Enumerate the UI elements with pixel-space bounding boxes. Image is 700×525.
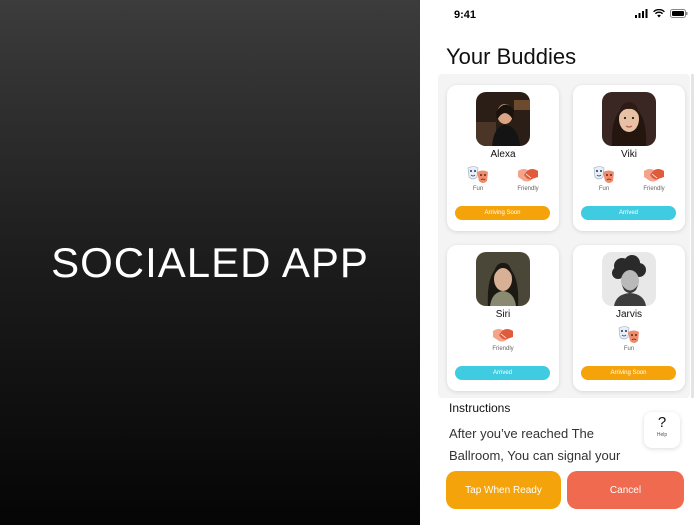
status-badge: Arriving Soon	[581, 366, 676, 380]
trait-friendly: Friendly	[636, 165, 672, 192]
promo-title: SOCIALED APP	[51, 238, 369, 286]
trait-label: Friendly	[643, 186, 665, 192]
instructions-heading: Instructions	[449, 401, 511, 415]
buddy-name: Alexa	[490, 149, 516, 160]
avatar	[602, 92, 656, 146]
trait-list: Fun	[573, 325, 685, 352]
instructions-text: After you’ve reached The Ballroom, You c…	[449, 426, 621, 463]
battery-icon	[670, 9, 688, 18]
trait-list: Fun Friendly	[447, 165, 559, 192]
buddy-card-jarvis[interactable]: Jarvis Fun Arriving Soon	[573, 245, 685, 391]
buddies-grid: Alexa Fun Friendly Arriving Soon Viki Fu…	[438, 74, 690, 398]
trait-label: Fun	[472, 186, 484, 192]
avatar	[476, 92, 530, 146]
handshake-icon	[493, 329, 513, 342]
status-time: 9:41	[454, 9, 477, 21]
status-badge: Arriving Soon	[455, 206, 550, 220]
buddy-name: Siri	[495, 309, 511, 320]
buddy-card-alexa[interactable]: Alexa Fun Friendly Arriving Soon	[447, 85, 559, 231]
help-icon: ?	[657, 414, 667, 431]
handshake-icon	[644, 169, 664, 182]
trait-label: Friendly	[492, 346, 514, 352]
trait-list: Fun Friendly	[573, 165, 685, 192]
buddy-card-viki[interactable]: Viki Fun Friendly Arrived	[573, 85, 685, 231]
status-bar: 9:41	[436, 0, 700, 28]
wifi-icon	[653, 9, 665, 18]
trait-fun: Fun	[586, 165, 622, 192]
avatar	[476, 252, 530, 306]
trait-fun: Fun	[460, 165, 496, 192]
tap-when-ready-button[interactable]: Tap When Ready	[446, 471, 561, 509]
masks-icon	[593, 166, 614, 183]
trait-fun: Fun	[611, 325, 647, 352]
buddy-card-siri[interactable]: Siri Friendly Arrived	[447, 245, 559, 391]
avatar	[602, 252, 656, 306]
signal-icon	[635, 9, 648, 18]
trait-label: Fun	[598, 186, 610, 192]
trait-friendly: Friendly	[485, 325, 521, 352]
help-button[interactable]: ? Help	[644, 412, 680, 448]
trait-label: Friendly	[517, 186, 539, 192]
status-icons	[635, 9, 688, 18]
trait-friendly: Friendly	[510, 165, 546, 192]
trait-label: Fun	[623, 346, 635, 352]
promo-panel: SOCIALED APP	[0, 0, 420, 525]
trait-list: Friendly	[447, 325, 559, 352]
masks-icon	[467, 166, 488, 183]
phone-screen: 9:41 Your Buddies Alexa Fun Friendly Arr…	[436, 0, 700, 525]
status-badge: Arrived	[581, 206, 676, 220]
buddy-name: Viki	[621, 149, 637, 160]
screen: SOCIALED APP 9:41 Your Buddies Alexa Fun…	[0, 0, 700, 525]
help-label: Help	[656, 432, 668, 438]
status-badge: Arrived	[455, 366, 550, 380]
handshake-icon	[518, 169, 538, 182]
masks-icon	[618, 326, 639, 343]
buddy-name: Jarvis	[615, 309, 643, 320]
page-title: Your Buddies	[446, 44, 577, 69]
scrollbar[interactable]	[691, 74, 694, 398]
cancel-button[interactable]: Cancel	[567, 471, 684, 509]
